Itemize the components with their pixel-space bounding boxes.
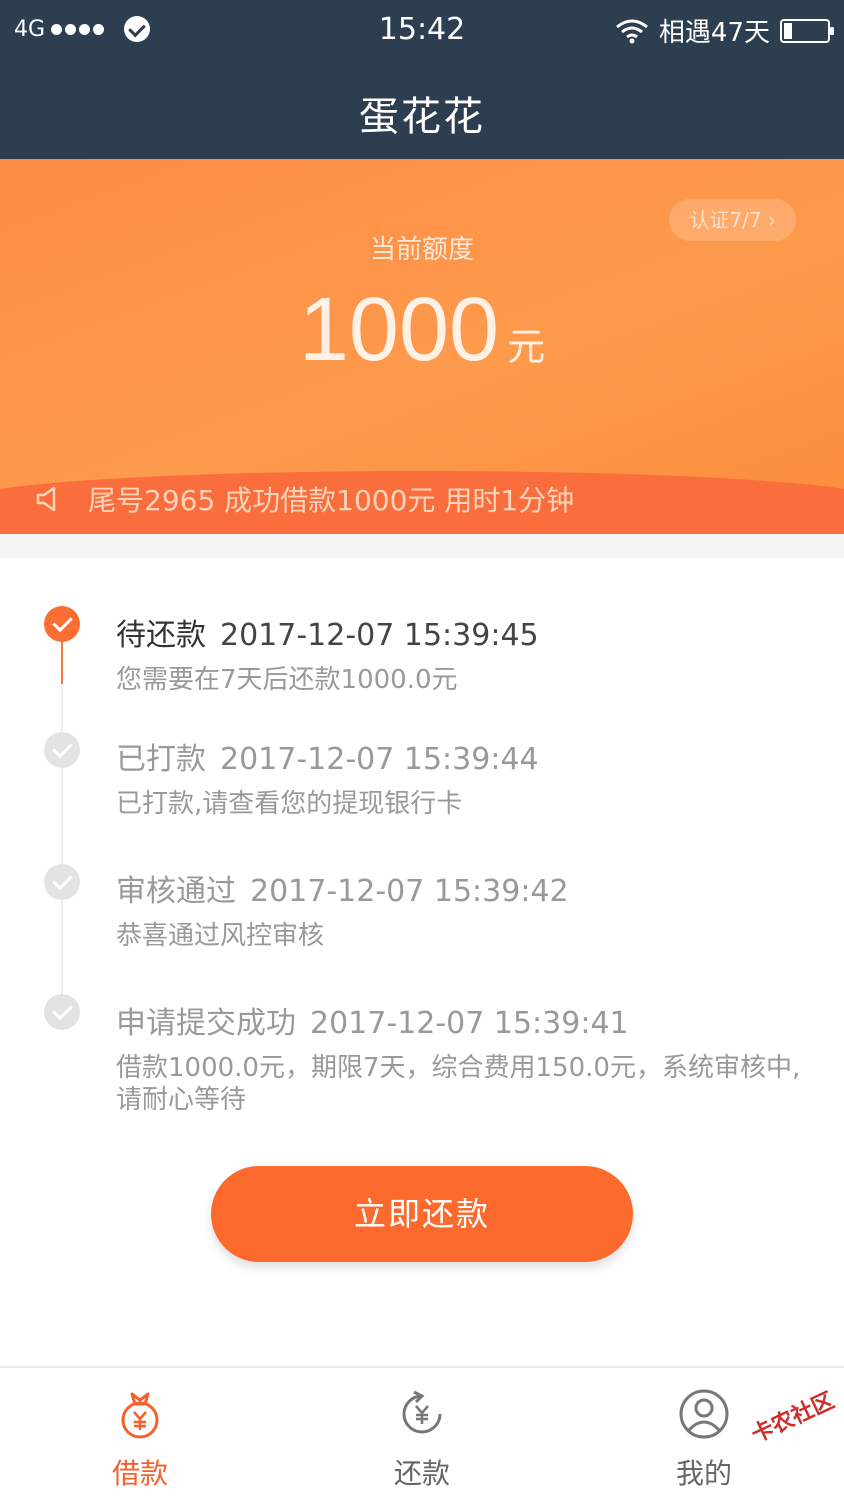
step-desc: 您需要在7天后还款1000.0元 bbox=[116, 665, 458, 695]
step-title-text: 待还款 bbox=[116, 618, 206, 653]
tab-label: 我的 bbox=[675, 1457, 732, 1490]
step-title: 审核通过 2017-12-07 15:39:42 bbox=[116, 866, 569, 910]
credit-hero: 认证7/7 › 当前额度 1000 元 尾号2965 成功借款1000元 用时1分… bbox=[0, 159, 844, 534]
bottom-tab-bar: 借款 还款 我的 bbox=[0, 1366, 844, 1500]
step-time: 2017-12-07 15:39:45 bbox=[220, 618, 539, 653]
section-divider bbox=[0, 534, 844, 558]
battery-icon bbox=[780, 18, 834, 43]
user-icon bbox=[679, 1389, 729, 1439]
check-icon bbox=[44, 732, 80, 768]
step-title: 申请提交成功 2017-12-07 15:39:41 bbox=[116, 998, 629, 1042]
step-desc: 已打款,请查看您的提现银行卡 bbox=[116, 789, 463, 819]
carrier-info: 相遇47天 bbox=[658, 18, 770, 48]
status-right: 相遇47天 bbox=[615, 12, 834, 49]
quota-label: 当前额度 bbox=[369, 235, 474, 265]
check-icon bbox=[44, 994, 80, 1030]
wifi-icon bbox=[615, 19, 648, 43]
step-time: 2017-12-07 15:39:41 bbox=[310, 1006, 629, 1041]
step-title: 待还款 2017-12-07 15:39:45 bbox=[116, 610, 539, 654]
tab-repay[interactable]: 还款 bbox=[322, 1386, 522, 1492]
check-icon bbox=[44, 864, 80, 900]
step-time: 2017-12-07 15:39:42 bbox=[250, 874, 569, 909]
quota-value: 1000 bbox=[298, 280, 500, 380]
tab-label: 借款 bbox=[111, 1457, 168, 1490]
step-title-text: 已打款 bbox=[116, 742, 206, 777]
status-bar: 4G 15:42 相遇47天 bbox=[0, 0, 844, 60]
speaker-icon bbox=[34, 484, 64, 514]
tab-borrow[interactable]: 借款 bbox=[40, 1386, 240, 1492]
money-bag-icon bbox=[121, 1392, 159, 1439]
top-bar: 4G 15:42 相遇47天 蛋花花 bbox=[0, 0, 844, 159]
step-desc: 恭喜通过风控审核 bbox=[116, 921, 325, 951]
quota-unit: 元 bbox=[507, 325, 546, 369]
notice-bar: 尾号2965 成功借款1000元 用时1分钟 bbox=[34, 479, 574, 519]
tab-label: 还款 bbox=[393, 1457, 450, 1490]
notice-text: 尾号2965 成功借款1000元 用时1分钟 bbox=[88, 484, 575, 517]
repay-now-button[interactable]: 立即还款 bbox=[211, 1166, 633, 1262]
page-title: 蛋花花 bbox=[359, 94, 485, 140]
step-title: 已打款 2017-12-07 15:39:44 bbox=[116, 734, 539, 778]
repay-cycle-icon bbox=[402, 1390, 442, 1434]
step-desc: 借款1000.0元，期限7天，综合费用150.0元，系统审核中,请耐心等待 bbox=[116, 1053, 801, 1115]
check-icon bbox=[44, 606, 80, 642]
step-title-text: 申请提交成功 bbox=[116, 1006, 296, 1041]
step-title-text: 审核通过 bbox=[116, 874, 236, 909]
quota-amount: 1000 元 bbox=[0, 279, 844, 382]
step-time: 2017-12-07 15:39:44 bbox=[220, 742, 539, 777]
